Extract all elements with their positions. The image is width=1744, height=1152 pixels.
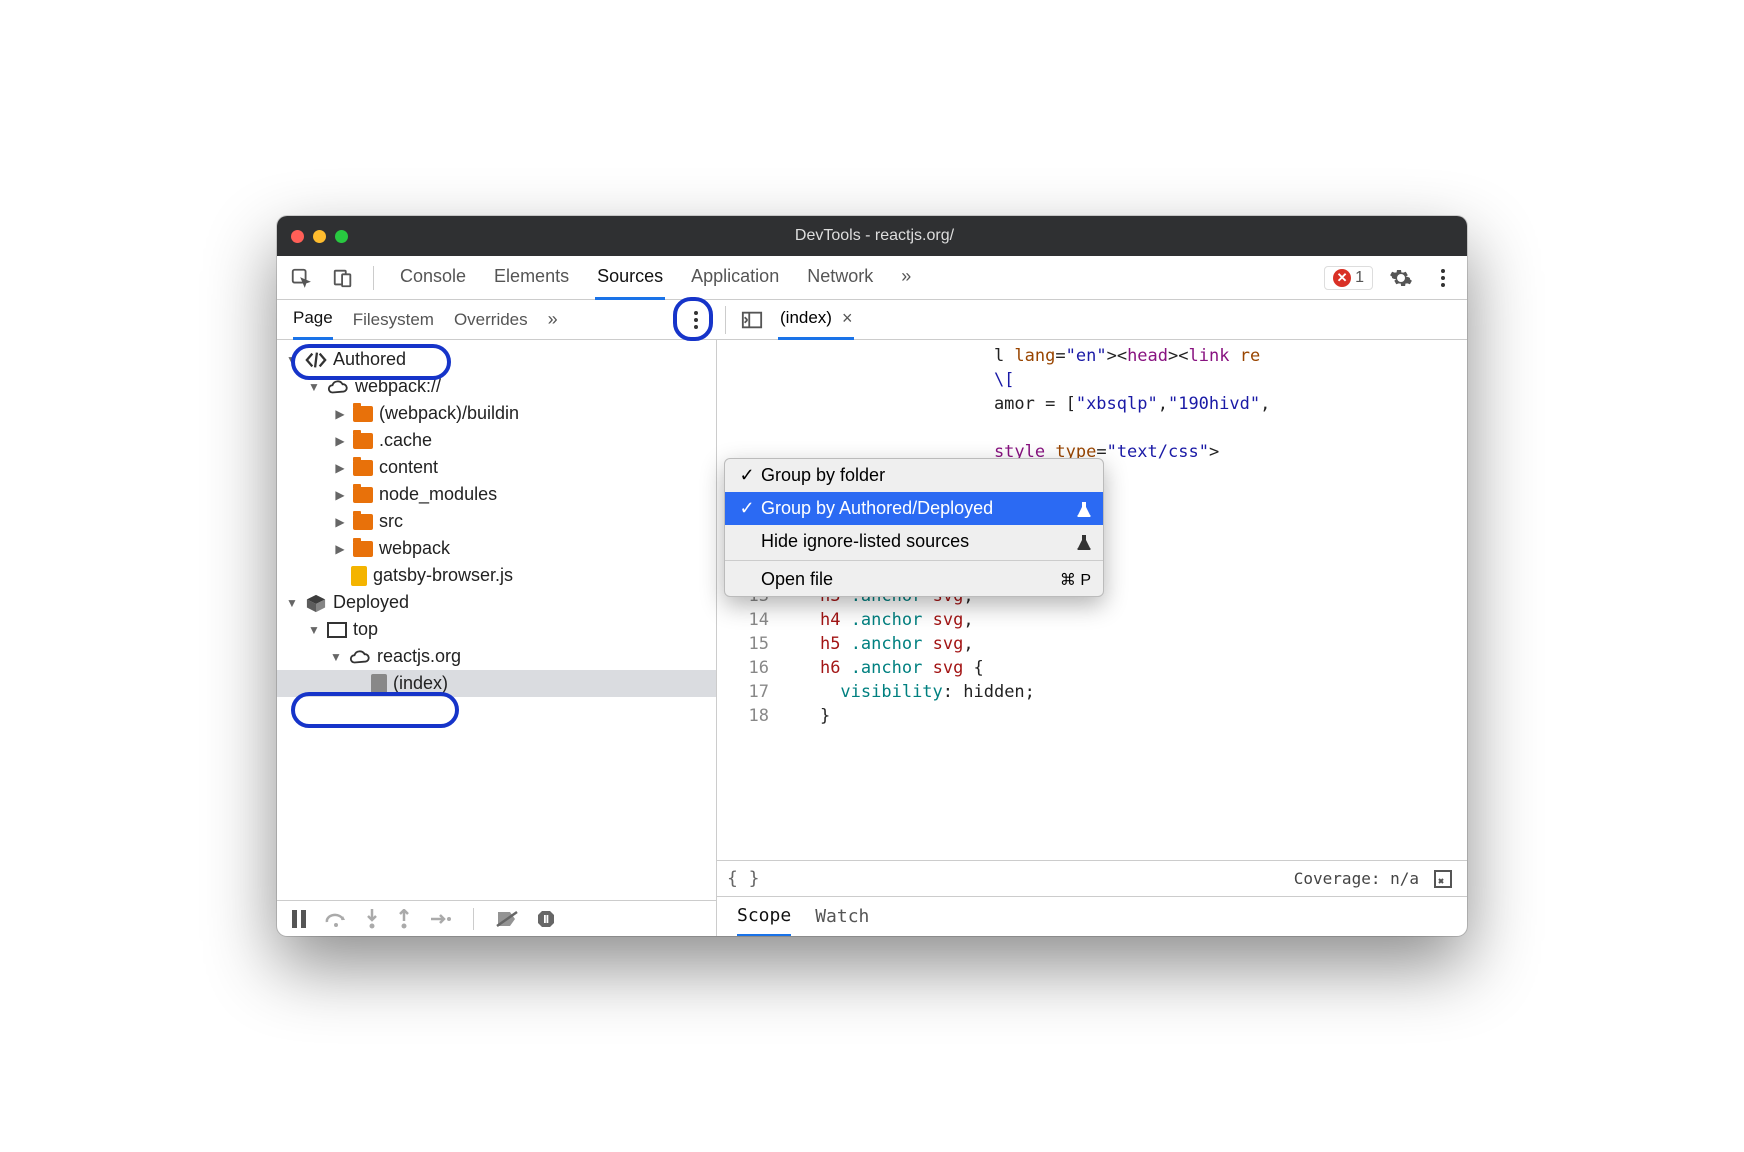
folder-icon bbox=[353, 487, 373, 503]
tab-watch[interactable]: Watch bbox=[815, 898, 869, 935]
pause-icon[interactable] bbox=[291, 910, 307, 928]
tree-deployed-root[interactable]: Deployed bbox=[277, 589, 716, 616]
error-count: 1 bbox=[1355, 269, 1364, 287]
step-into-icon[interactable] bbox=[365, 909, 379, 929]
cloud-icon bbox=[327, 379, 349, 395]
tree-folder[interactable]: .cache bbox=[277, 427, 716, 454]
pause-on-exceptions-icon[interactable] bbox=[536, 909, 556, 929]
toggle-navigator-icon[interactable] bbox=[738, 306, 766, 334]
editor-statusbar: { } Coverage: n/a bbox=[717, 860, 1467, 896]
tab-sources[interactable]: Sources bbox=[595, 256, 665, 300]
experiment-flask-icon bbox=[1077, 501, 1091, 517]
tree-folder[interactable]: webpack bbox=[277, 535, 716, 562]
tree-folder[interactable]: content bbox=[277, 454, 716, 481]
tab-elements[interactable]: Elements bbox=[492, 256, 571, 300]
kebab-menu-icon[interactable] bbox=[1429, 264, 1457, 292]
divider bbox=[373, 266, 374, 290]
minimize-window-button[interactable] bbox=[313, 230, 326, 243]
main-tabs: Console Elements Sources Application Net… bbox=[398, 256, 913, 300]
titlebar: DevTools - reactjs.org/ bbox=[277, 216, 1467, 256]
tab-scope[interactable]: Scope bbox=[737, 897, 791, 937]
error-icon: ✕ bbox=[1333, 269, 1351, 287]
code-editor: 89101112131415161718 xxxxxxxxxxxxxxxxxxx… bbox=[717, 340, 1467, 936]
maximize-window-button[interactable] bbox=[335, 230, 348, 243]
frame-icon bbox=[327, 622, 347, 638]
document-icon bbox=[371, 674, 387, 694]
folder-icon bbox=[353, 514, 373, 530]
tab-network[interactable]: Network bbox=[805, 256, 875, 300]
sources-subbar: Page Filesystem Overrides » (index) × bbox=[277, 300, 1467, 340]
debugger-tabs: Scope Watch bbox=[717, 896, 1467, 936]
main-area: Authored webpack:// (webpack)/buildin .c… bbox=[277, 340, 1467, 936]
tree-folder[interactable]: (webpack)/buildin bbox=[277, 400, 716, 427]
settings-gear-icon[interactable] bbox=[1387, 264, 1415, 292]
origin-label: reactjs.org bbox=[377, 646, 461, 667]
step-over-icon[interactable] bbox=[325, 910, 347, 928]
navigator-options-button[interactable] bbox=[685, 311, 707, 329]
close-window-button[interactable] bbox=[291, 230, 304, 243]
show-coverage-icon[interactable] bbox=[1429, 865, 1457, 893]
webpack-label: webpack:// bbox=[355, 376, 441, 397]
tab-application[interactable]: Application bbox=[689, 256, 781, 300]
nav-tab-page[interactable]: Page bbox=[293, 299, 333, 340]
authored-icon bbox=[305, 351, 327, 369]
coverage-status: Coverage: n/a bbox=[1294, 869, 1419, 888]
authored-label: Authored bbox=[333, 349, 406, 370]
tree-index-file[interactable]: (index) bbox=[277, 670, 716, 697]
navigator-sidebar: Authored webpack:// (webpack)/buildin .c… bbox=[277, 340, 717, 936]
menu-open-file[interactable]: Open file⌘ P bbox=[725, 563, 1103, 596]
tree-folder[interactable]: src bbox=[277, 508, 716, 535]
navigator-context-menu: ✓Group by folder ✓Group by Authored/Depl… bbox=[724, 458, 1104, 597]
error-count-badge[interactable]: ✕ 1 bbox=[1324, 266, 1373, 290]
tree-origin[interactable]: reactjs.org bbox=[277, 643, 716, 670]
folder-icon bbox=[353, 541, 373, 557]
step-icon[interactable] bbox=[429, 911, 451, 927]
file-tab-index[interactable]: (index) × bbox=[778, 300, 854, 340]
top-label: top bbox=[353, 619, 378, 640]
tree-top-frame[interactable]: top bbox=[277, 616, 716, 643]
index-label: (index) bbox=[393, 673, 448, 694]
menu-group-by-authored-deployed[interactable]: ✓Group by Authored/Deployed bbox=[725, 492, 1103, 525]
code-content[interactable]: xxxxxxxxxxxxxxxxxxxxxl lang="en"><head><… bbox=[779, 340, 1467, 860]
menu-group-by-folder[interactable]: ✓Group by folder bbox=[725, 459, 1103, 492]
folder-icon bbox=[353, 406, 373, 422]
nav-tab-filesystem[interactable]: Filesystem bbox=[353, 301, 434, 339]
device-toolbar-icon[interactable] bbox=[329, 264, 357, 292]
tab-console[interactable]: Console bbox=[398, 256, 468, 300]
nav-tab-overrides[interactable]: Overrides bbox=[454, 301, 528, 339]
jsfile-icon bbox=[351, 566, 367, 586]
pretty-print-icon[interactable]: { } bbox=[727, 868, 760, 889]
close-tab-icon[interactable]: × bbox=[842, 308, 853, 329]
experiment-flask-icon bbox=[1077, 534, 1091, 550]
file-tree: Authored webpack:// (webpack)/buildin .c… bbox=[277, 340, 716, 900]
tree-authored-root[interactable]: Authored bbox=[277, 346, 716, 373]
menu-hide-ignore-listed[interactable]: Hide ignore-listed sources bbox=[725, 525, 1103, 558]
devtools-window: DevTools - reactjs.org/ Console Elements… bbox=[277, 216, 1467, 936]
traffic-lights bbox=[291, 230, 348, 243]
inspect-element-icon[interactable] bbox=[287, 264, 315, 292]
file-tab-label: (index) bbox=[780, 308, 832, 328]
tree-folder[interactable]: node_modules bbox=[277, 481, 716, 508]
line-gutter: 89101112131415161718 bbox=[717, 340, 779, 860]
nav-more-chevron[interactable]: » bbox=[548, 309, 558, 330]
deactivate-breakpoints-icon[interactable] bbox=[496, 910, 518, 928]
window-title: DevTools - reactjs.org/ bbox=[356, 227, 1453, 245]
main-toolbar: Console Elements Sources Application Net… bbox=[277, 256, 1467, 300]
step-out-icon[interactable] bbox=[397, 909, 411, 929]
tree-file-gatsby[interactable]: gatsby-browser.js bbox=[277, 562, 716, 589]
folder-icon bbox=[353, 460, 373, 476]
cloud-icon bbox=[349, 649, 371, 665]
debugger-controls bbox=[277, 900, 716, 936]
tree-webpack-origin[interactable]: webpack:// bbox=[277, 373, 716, 400]
more-tabs-chevron[interactable]: » bbox=[899, 256, 913, 300]
deployed-label: Deployed bbox=[333, 592, 409, 613]
deployed-icon bbox=[305, 593, 327, 613]
folder-icon bbox=[353, 433, 373, 449]
open-file-shortcut: ⌘ P bbox=[1060, 570, 1091, 590]
